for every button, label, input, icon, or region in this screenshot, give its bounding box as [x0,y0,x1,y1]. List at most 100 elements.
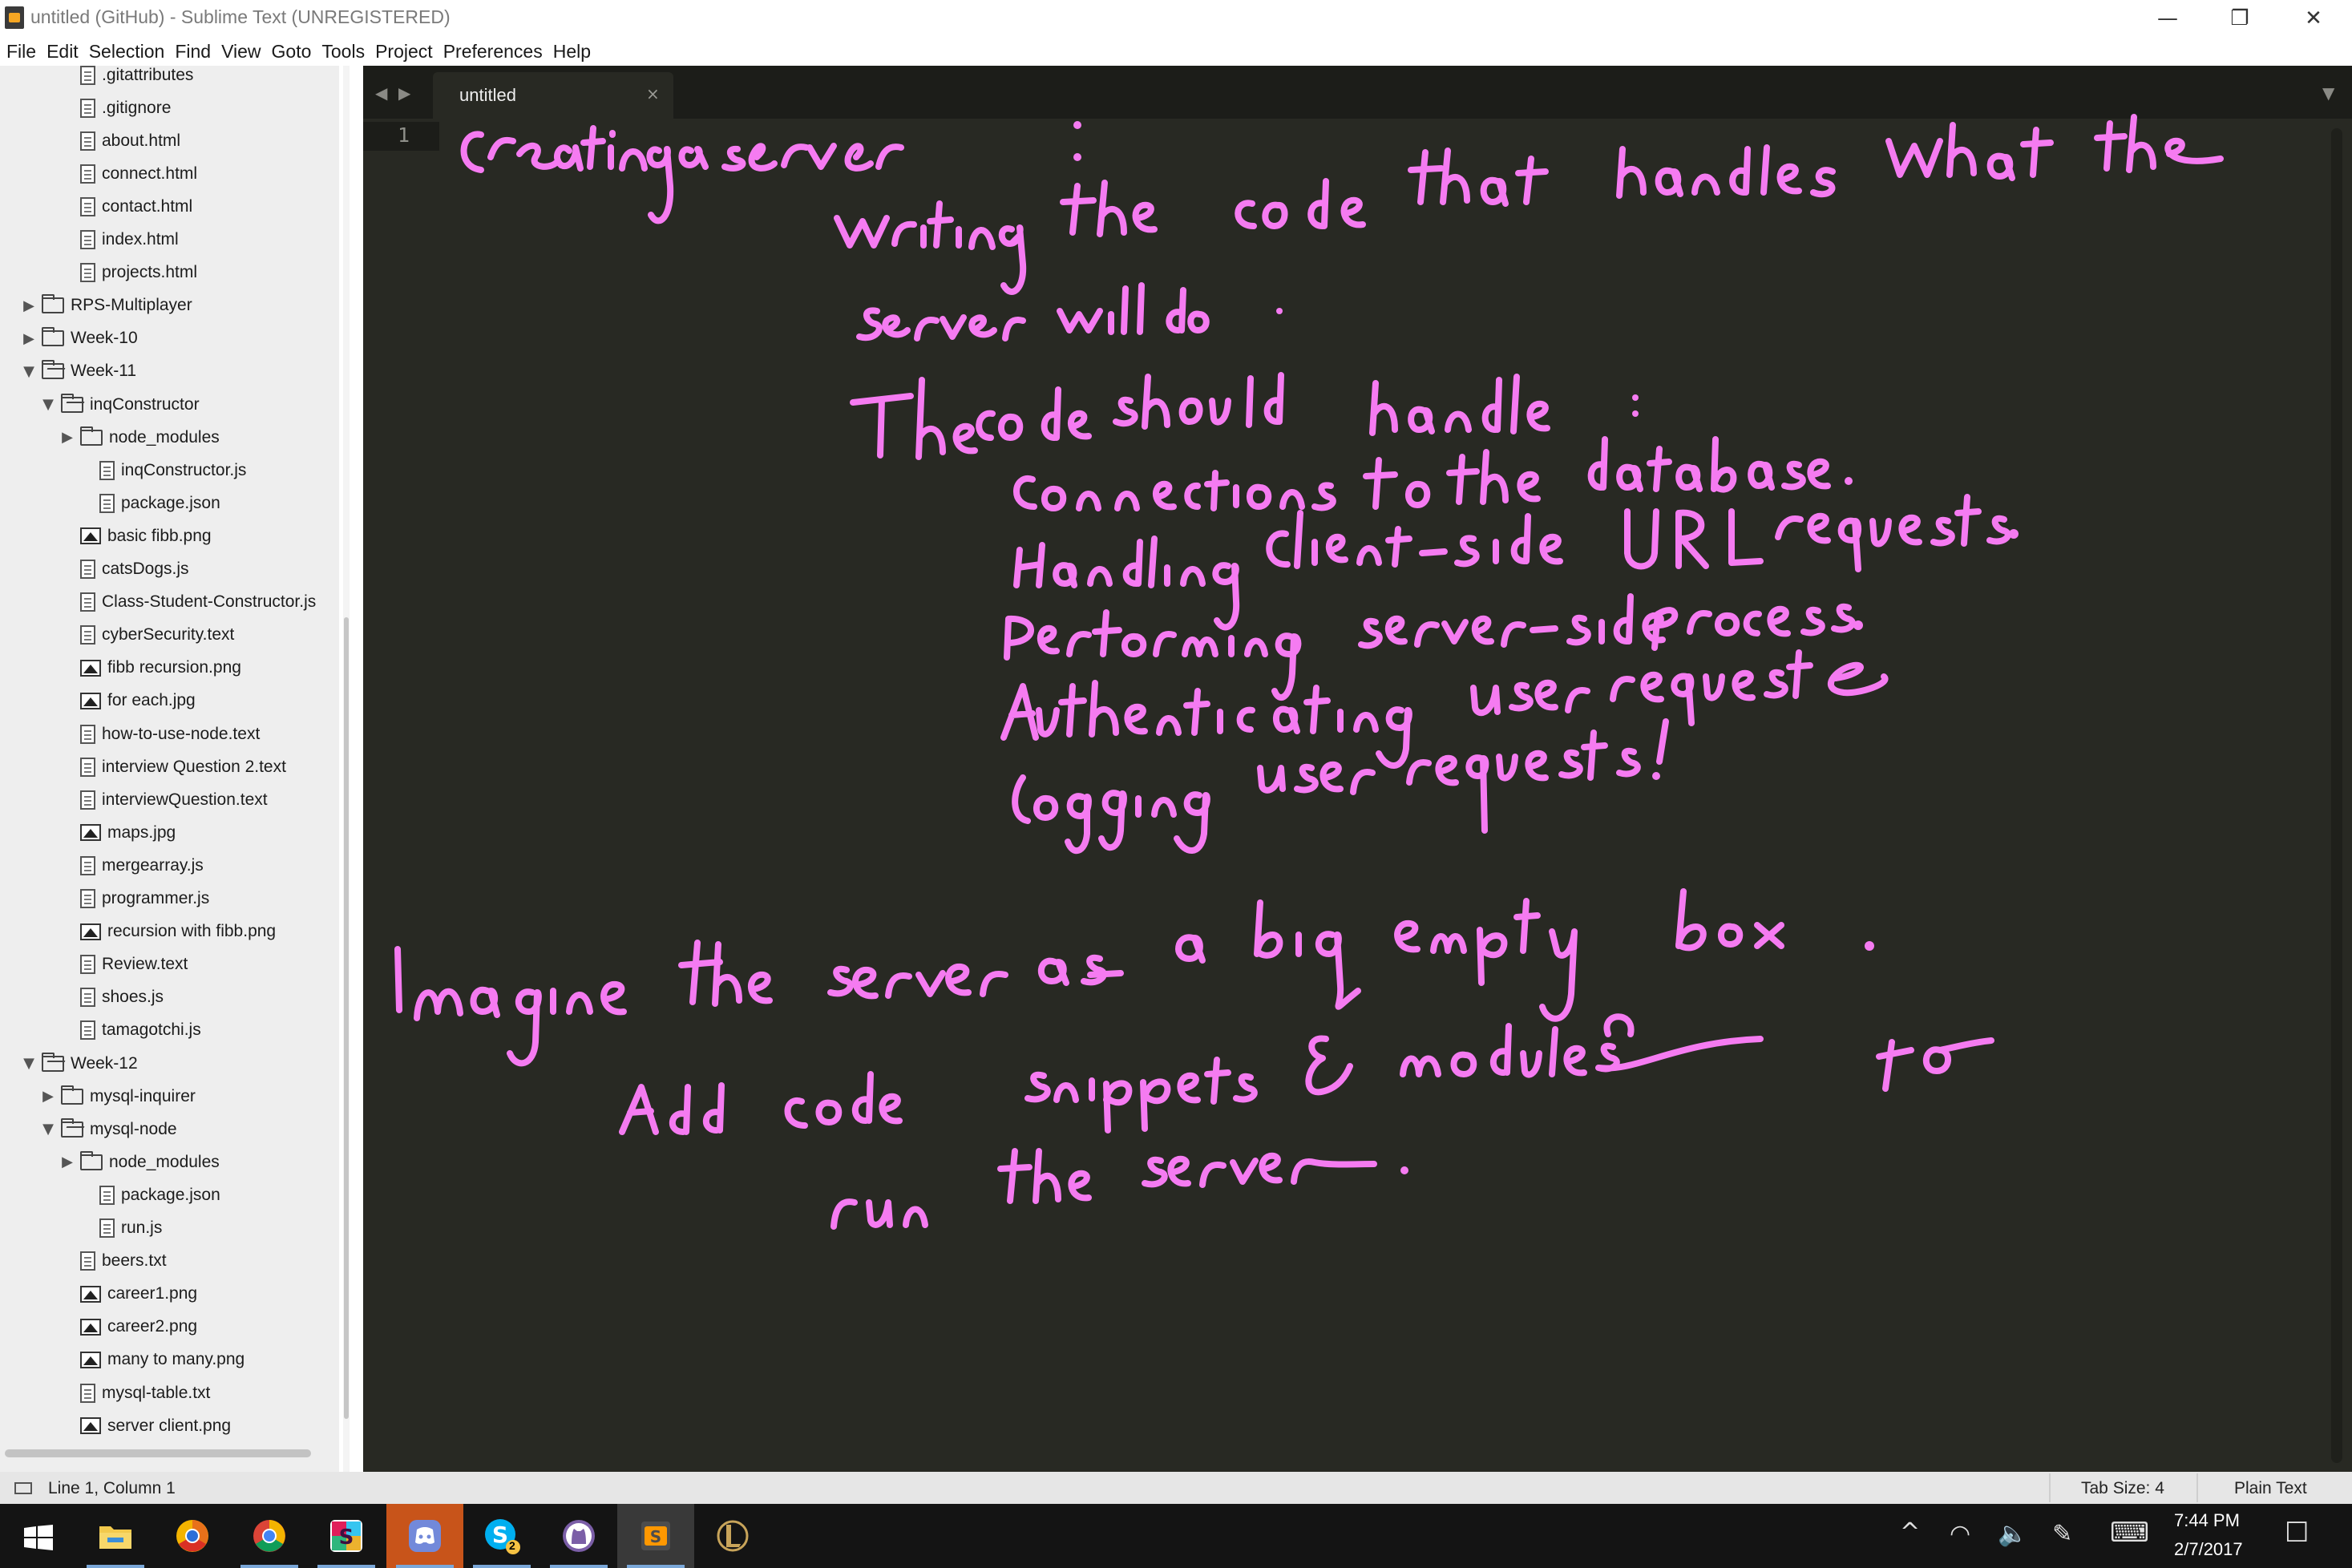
file-icon [80,98,95,118]
sidebar-file[interactable]: interviewQuestion.text [0,783,339,816]
sidebar-file[interactable]: recursion with fibb.png [0,915,339,948]
sidebar-scroll-thumb[interactable] [344,617,349,1419]
sidebar-folder[interactable]: ▼ mysql-node [0,1113,339,1146]
sidebar-file[interactable]: catsDogs.js [0,553,339,586]
menu-help[interactable]: Help [553,41,591,63]
sidebar-file[interactable]: .gitignore [0,91,339,124]
nav-left-icon[interactable]: ◀ [375,83,387,103]
sidebar-file[interactable]: contact.html [0,190,339,223]
sidebar-file[interactable]: inqConstructor.js [0,454,339,487]
folder-open-icon [42,1052,64,1072]
nav-right-icon[interactable]: ▶ [398,83,410,103]
menu-selection[interactable]: Selection [89,41,165,63]
panel-toggle-icon[interactable] [14,1482,32,1494]
menu-tools[interactable]: Tools [321,41,365,63]
sidebar-file[interactable]: how-to-use-node.text [0,717,339,750]
expand-right-icon[interactable]: ▶ [61,429,74,446]
sidebar-file[interactable]: mergearray.js [0,849,339,882]
sidebar-file[interactable]: interview Question 2.text [0,750,339,783]
menu-edit[interactable]: Edit [46,41,79,63]
expand-down-icon[interactable]: ▼ [22,363,35,380]
pen-ink-icon[interactable]: ✎ [2052,1520,2072,1548]
expand-right-icon[interactable]: ▶ [22,297,35,314]
expand-down-icon[interactable]: ▼ [22,1055,35,1072]
sidebar-file[interactable]: career2.png [0,1311,339,1344]
taskbar-sublime-text[interactable]: S [617,1504,694,1568]
sidebar-file[interactable]: programmer.js [0,883,339,915]
minimize-button[interactable]: — [2132,0,2203,37]
tab-dropdown-icon[interactable]: ▼ [2322,83,2334,103]
sidebar-folder[interactable]: ▼ inqConstructor [0,388,339,421]
sidebar-file[interactable]: package.json [0,1178,339,1211]
sidebar-folder[interactable]: ▶ RPS-Multiplayer [0,289,339,322]
windows-start-icon[interactable] [24,1525,53,1550]
sidebar-file[interactable]: cyberSecurity.text [0,619,339,652]
sidebar-file[interactable]: projects.html [0,257,339,289]
close-button[interactable]: ✕ [2278,0,2349,37]
taskbar-chrome-canary[interactable] [154,1504,231,1568]
restore-button[interactable]: ❐ [2204,0,2275,37]
expand-down-icon[interactable]: ▼ [42,396,55,413]
sidebar-file[interactable]: connect.html [0,157,339,190]
sidebar-file[interactable]: Review.text [0,948,339,981]
sidebar-file[interactable]: mysql-table.txt [0,1376,339,1409]
taskbar-chrome[interactable] [231,1504,308,1568]
expand-right-icon[interactable]: ▶ [61,1154,74,1170]
clock-date[interactable]: 2/7/2017 [2174,1539,2243,1560]
menu-goto[interactable]: Goto [272,41,312,63]
taskbar-github-desktop[interactable] [540,1504,617,1568]
sidebar-file[interactable]: index.html [0,224,339,257]
sidebar-file[interactable]: beers.txt [0,1245,339,1278]
sidebar-file[interactable]: Class-Student-Constructor.js [0,586,339,619]
syntax-selector[interactable]: Plain Text [2234,1479,2307,1498]
sidebar-file[interactable]: shoes.js [0,981,339,1014]
menu-project[interactable]: Project [375,41,433,63]
expand-down-icon[interactable]: ▼ [42,1121,55,1138]
taskbar-slack[interactable]: S [308,1504,385,1568]
editor-pane[interactable] [363,66,2352,1472]
sidebar-folder[interactable]: ▶ node_modules [0,1146,339,1178]
wifi-icon[interactable]: ◠ [1950,1520,1970,1548]
sidebar-file[interactable]: maps.jpg [0,816,339,849]
sidebar-folder[interactable]: ▶ node_modules [0,421,339,454]
tab-size-selector[interactable]: Tab Size: 4 [2081,1479,2164,1498]
sidebar-file[interactable]: tamagotchi.js [0,1014,339,1047]
tab-close-icon[interactable]: × [646,84,660,103]
volume-icon[interactable]: 🔈 [1998,1520,2027,1548]
sidebar-file[interactable]: run.js [0,1212,339,1245]
sidebar-folder[interactable]: ▼ Week-11 [0,355,339,388]
sidebar-folder[interactable]: ▼ Week-12 [0,1047,339,1080]
sidebar-folder[interactable]: ▶ mysql-inquirer [0,1080,339,1113]
menu-view[interactable]: View [221,41,261,63]
sidebar-file[interactable]: basic fibb.png [0,519,339,552]
sidebar-file[interactable]: career1.png [0,1278,339,1311]
sublime-text-icon: S [641,1522,670,1550]
menu-preferences[interactable]: Preferences [443,41,543,63]
sidebar-file[interactable]: for each.jpg [0,685,339,717]
tree-item-label: interviewQuestion.text [102,790,268,809]
sidebar-file[interactable]: fibb recursion.png [0,652,339,685]
action-center-icon[interactable]: ☐ [2285,1517,2309,1549]
tray-chevron-icon[interactable]: ^ [1900,1518,1920,1546]
sidebar-folder[interactable]: ▶ Week-10 [0,322,339,355]
taskbar-discord[interactable] [386,1504,463,1568]
sidebar-horizontal-scrollbar[interactable] [5,1449,311,1457]
clock-time[interactable]: 7:44 PM [2174,1510,2240,1531]
editor-vertical-scrollbar[interactable] [2331,128,2342,1463]
keyboard-icon[interactable]: ⌨ [2110,1517,2149,1549]
menu-file[interactable]: File [6,41,36,63]
menu-find[interactable]: Find [175,41,211,63]
taskbar-skype[interactable]: S 2 [463,1504,540,1568]
sidebar-file[interactable]: .gitattributes [0,66,339,91]
taskbar-file-explorer[interactable] [77,1504,154,1568]
sidebar-file[interactable]: server client.png [0,1409,339,1442]
sidebar-file[interactable]: about.html [0,124,339,157]
tree-item-label: node_modules [109,1152,220,1171]
expand-right-icon[interactable]: ▶ [42,1088,55,1105]
sidebar-file[interactable]: package.json [0,487,339,519]
taskbar-league-of-legends[interactable] [694,1504,771,1568]
file-icon [80,131,95,151]
expand-right-icon[interactable]: ▶ [22,330,35,347]
sidebar-file[interactable]: many to many.png [0,1344,339,1376]
file-icon [80,592,95,612]
